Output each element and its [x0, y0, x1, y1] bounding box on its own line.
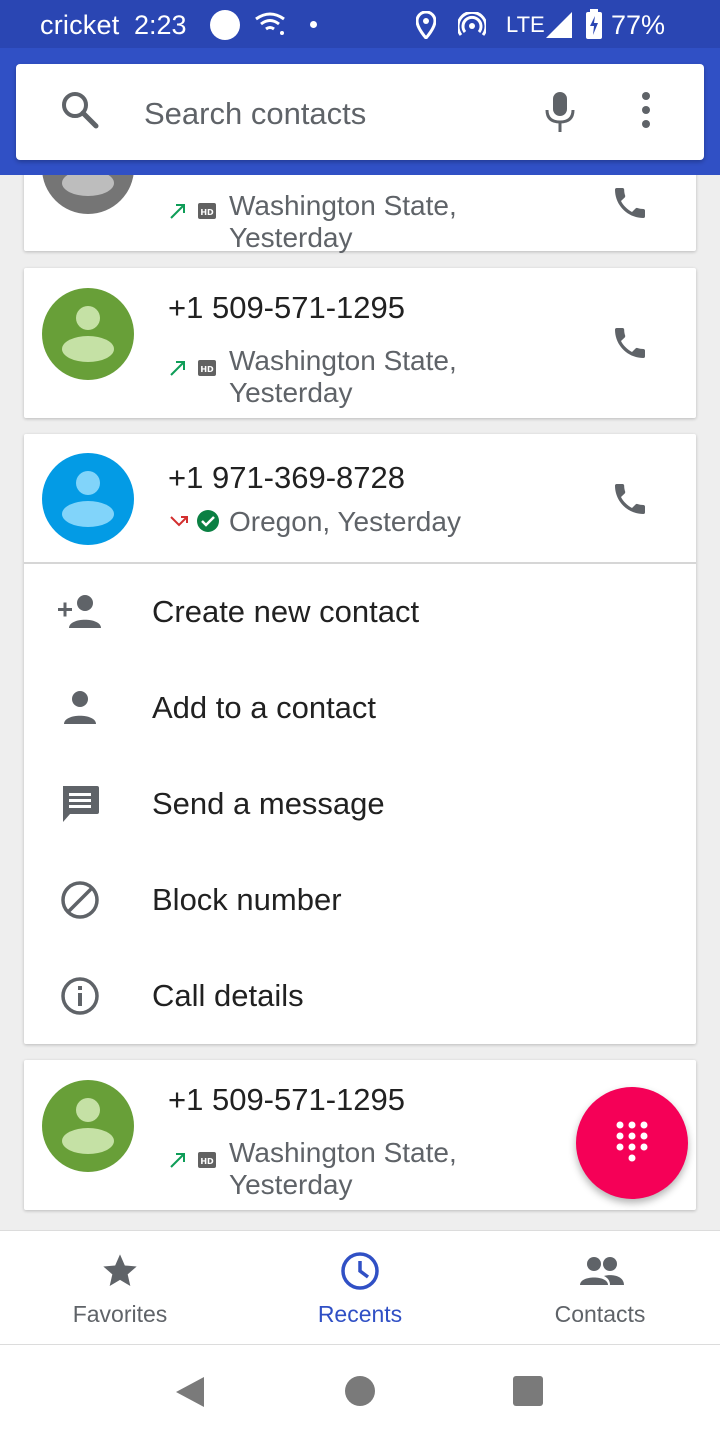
- tab-label: Recents: [317, 1301, 403, 1327]
- svg-text:HD: HD: [200, 365, 214, 374]
- phone-icon[interactable]: [610, 479, 650, 524]
- tab-favorites[interactable]: Favorites: [0, 1231, 240, 1346]
- call-log-item[interactable]: +1 509-571-1295 HD Washington State, Yes…: [24, 268, 696, 418]
- dialpad-fab-button[interactable]: [576, 1087, 688, 1199]
- bottom-navigation: Favorites Recents Contacts: [0, 1230, 720, 1345]
- action-label: Call details: [152, 978, 304, 1013]
- hd-icon: HD: [198, 1152, 216, 1168]
- notification-small-dot-icon: [310, 21, 317, 28]
- status-time: 2:23: [134, 10, 187, 40]
- message-icon: [60, 784, 100, 829]
- phone-number: +1 971-369-8728: [168, 460, 406, 495]
- call-location: Washington State,: [229, 1137, 457, 1168]
- star-icon: [100, 1251, 140, 1296]
- tab-contacts[interactable]: Contacts: [480, 1231, 720, 1346]
- call-location: Oregon, Yesterday: [229, 506, 461, 537]
- avatar[interactable]: [42, 453, 134, 545]
- phone-number: +1 509-571-1295: [168, 290, 406, 325]
- add-to-contact-action[interactable]: Add to a contact: [24, 660, 696, 756]
- call-type-icons: HD: [168, 1148, 222, 1177]
- avatar[interactable]: [42, 1080, 134, 1172]
- send-message-action[interactable]: Send a message: [24, 756, 696, 852]
- outgoing-call-icon: [170, 1153, 185, 1168]
- more-vert-icon[interactable]: [640, 90, 652, 135]
- phone-number: +1 509-571-1295: [168, 1082, 406, 1117]
- block-number-action[interactable]: Block number: [24, 852, 696, 948]
- notification-dot-icon: [210, 10, 240, 40]
- mic-icon[interactable]: [543, 90, 577, 139]
- clock-icon: [340, 1251, 380, 1296]
- call-time: Yesterday: [229, 222, 353, 253]
- battery-percent: 77%: [611, 10, 666, 40]
- people-icon: [580, 1251, 624, 1296]
- avatar-head: [76, 306, 100, 330]
- call-type-icons: HD: [168, 199, 222, 228]
- search-bar[interactable]: Search contacts: [16, 64, 704, 160]
- action-label: Add to a contact: [152, 690, 377, 725]
- tab-label: Contacts: [554, 1301, 646, 1327]
- phone-icon[interactable]: [610, 323, 650, 368]
- svg-text:HD: HD: [200, 1157, 214, 1166]
- hd-icon: HD: [198, 203, 216, 219]
- call-location: Washington State,: [229, 190, 457, 221]
- outgoing-call-icon: [170, 204, 185, 219]
- dialpad-icon: [616, 1121, 648, 1162]
- home-icon[interactable]: [345, 1376, 375, 1406]
- call-type-icons: HD: [168, 356, 222, 385]
- person-icon: [62, 688, 98, 733]
- phone-icon[interactable]: [610, 183, 650, 228]
- avatar-body: [62, 336, 114, 362]
- carrier-name: cricket: [40, 10, 120, 40]
- overview-icon[interactable]: [513, 1376, 543, 1406]
- avatar-body: [62, 1128, 114, 1154]
- action-label: Block number: [152, 882, 342, 917]
- person-add-icon: [56, 592, 104, 637]
- network-type: LTE: [506, 12, 545, 37]
- back-icon[interactable]: [174, 1375, 206, 1414]
- system-navigation-bar: [0, 1345, 720, 1440]
- search-icon[interactable]: [60, 90, 100, 135]
- call-time: Yesterday: [229, 1169, 353, 1200]
- call-log-list[interactable]: HD Washington State, Yesterday +1 509-57…: [0, 175, 720, 1230]
- call-location: Washington State,: [229, 345, 457, 376]
- create-new-contact-action[interactable]: Create new contact: [24, 564, 696, 660]
- avatar-head: [76, 471, 100, 495]
- signal-icon: [546, 12, 572, 45]
- battery-charging-icon: [585, 9, 603, 46]
- search-input[interactable]: Search contacts: [144, 96, 366, 132]
- hd-icon: HD: [198, 360, 216, 376]
- call-details-action[interactable]: Call details: [24, 948, 696, 1044]
- hotspot-icon: [456, 10, 488, 45]
- block-icon: [60, 880, 100, 925]
- location-icon: [415, 10, 437, 46]
- call-type-icons: [168, 509, 222, 538]
- call-log-item[interactable]: HD Washington State, Yesterday: [24, 175, 696, 253]
- tab-label: Favorites: [72, 1301, 168, 1327]
- svg-text:HD: HD: [200, 208, 214, 217]
- avatar-body: [62, 501, 114, 527]
- outgoing-call-icon: [170, 361, 185, 376]
- missed-call-icon: [170, 516, 188, 527]
- info-icon: [60, 976, 100, 1021]
- avatar-body: [62, 175, 114, 196]
- avatar[interactable]: [42, 288, 134, 380]
- call-time: Yesterday: [229, 377, 353, 408]
- status-bar: cricket 2:23 LTE 77%: [0, 0, 720, 48]
- verified-icon: [197, 510, 219, 532]
- action-label: Send a message: [152, 786, 385, 821]
- action-label: Create new contact: [152, 594, 420, 629]
- wifi-question-icon: [254, 11, 288, 44]
- call-log-item-expanded[interactable]: +1 971-369-8728 Oregon, Yesterday Create…: [24, 434, 696, 1044]
- tab-recents[interactable]: Recents: [240, 1231, 480, 1346]
- avatar-head: [76, 1098, 100, 1122]
- avatar[interactable]: [42, 175, 134, 214]
